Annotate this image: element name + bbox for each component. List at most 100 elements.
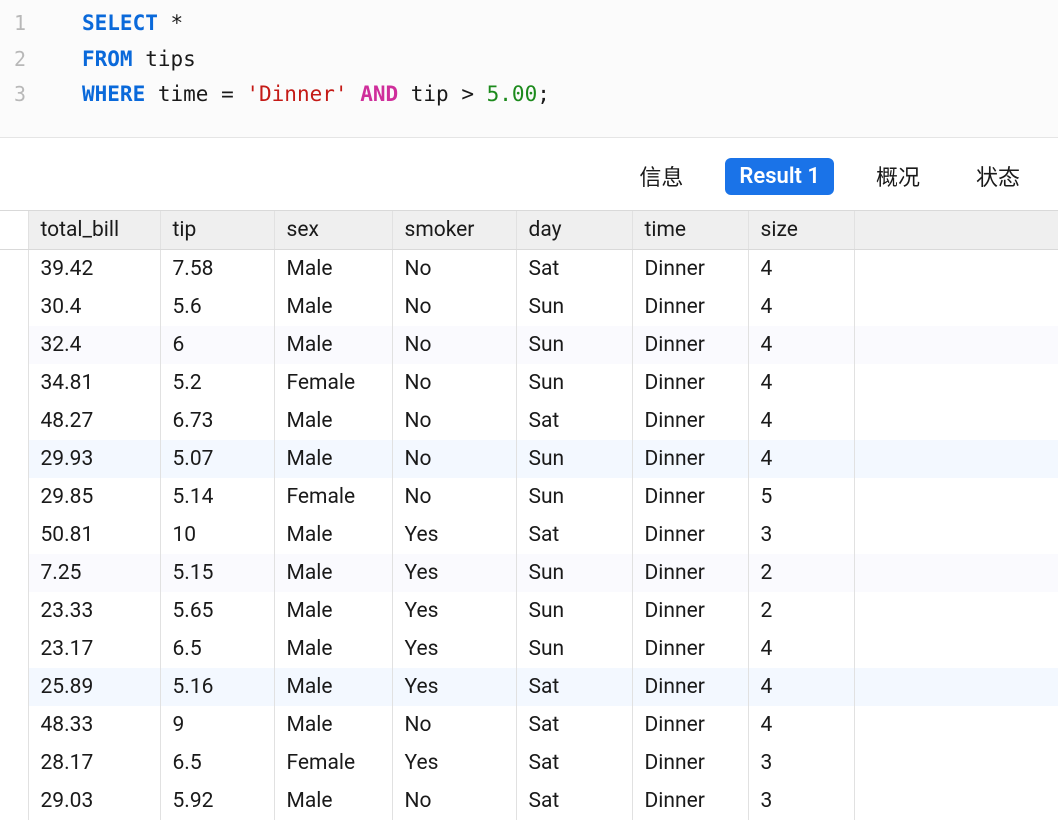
editor-line[interactable]: 1SELECT * <box>0 6 1058 42</box>
cell-total_bill[interactable]: 28.17 <box>28 744 160 782</box>
cell-total_bill[interactable]: 23.17 <box>28 630 160 668</box>
cell-tip[interactable]: 10 <box>160 516 274 554</box>
cell-day[interactable]: Sun <box>516 326 632 364</box>
column-header-smoker[interactable]: smoker <box>392 211 516 250</box>
cell-total_bill[interactable]: 25.89 <box>28 668 160 706</box>
cell-smoker[interactable]: Yes <box>392 668 516 706</box>
cell-tip[interactable]: 5.2 <box>160 364 274 402</box>
cell-smoker[interactable]: No <box>392 706 516 744</box>
code-content[interactable]: SELECT * <box>54 6 183 42</box>
cell-time[interactable]: Dinner <box>632 706 748 744</box>
table-row[interactable]: 30.45.6MaleNoSunDinner4 <box>0 288 1058 326</box>
cell-sex[interactable]: Male <box>274 440 392 478</box>
cell-sex[interactable]: Male <box>274 516 392 554</box>
cell-smoker[interactable]: No <box>392 440 516 478</box>
cell-size[interactable]: 2 <box>748 554 854 592</box>
cell-day[interactable]: Sun <box>516 630 632 668</box>
cell-size[interactable]: 3 <box>748 782 854 820</box>
cell-day[interactable]: Sat <box>516 782 632 820</box>
column-header-tip[interactable]: tip <box>160 211 274 250</box>
cell-size[interactable]: 4 <box>748 668 854 706</box>
cell-time[interactable]: Dinner <box>632 364 748 402</box>
cell-time[interactable]: Dinner <box>632 478 748 516</box>
table-row[interactable]: 23.335.65MaleYesSunDinner2 <box>0 592 1058 630</box>
table-row[interactable]: 29.935.07MaleNoSunDinner4 <box>0 440 1058 478</box>
code-content[interactable]: WHERE time = 'Dinner' AND tip > 5.00; <box>54 77 550 113</box>
cell-total_bill[interactable]: 50.81 <box>28 516 160 554</box>
cell-day[interactable]: Sat <box>516 706 632 744</box>
cell-time[interactable]: Dinner <box>632 288 748 326</box>
cell-sex[interactable]: Male <box>274 288 392 326</box>
cell-smoker[interactable]: No <box>392 364 516 402</box>
cell-sex[interactable]: Male <box>274 668 392 706</box>
cell-smoker[interactable]: No <box>392 250 516 289</box>
result-grid[interactable]: total_billtipsexsmokerdaytimesize39.427.… <box>0 210 1058 820</box>
code-content[interactable]: FROM tips <box>54 42 196 78</box>
cell-smoker[interactable]: No <box>392 782 516 820</box>
tab-info[interactable]: 信息 <box>625 154 697 198</box>
cell-size[interactable]: 4 <box>748 326 854 364</box>
table-row[interactable]: 50.8110MaleYesSatDinner3 <box>0 516 1058 554</box>
column-header-total_bill[interactable]: total_bill <box>28 211 160 250</box>
cell-sex[interactable]: Male <box>274 592 392 630</box>
cell-day[interactable]: Sat <box>516 250 632 289</box>
cell-tip[interactable]: 6.5 <box>160 630 274 668</box>
cell-day[interactable]: Sun <box>516 440 632 478</box>
table-row[interactable]: 34.815.2FemaleNoSunDinner4 <box>0 364 1058 402</box>
tab-overview[interactable]: 概况 <box>862 154 934 198</box>
cell-day[interactable]: Sun <box>516 592 632 630</box>
cell-tip[interactable]: 6.73 <box>160 402 274 440</box>
cell-sex[interactable]: Male <box>274 782 392 820</box>
cell-tip[interactable]: 7.58 <box>160 250 274 289</box>
table-row[interactable]: 25.895.16MaleYesSatDinner4 <box>0 668 1058 706</box>
cell-smoker[interactable]: No <box>392 288 516 326</box>
cell-sex[interactable]: Female <box>274 744 392 782</box>
cell-smoker[interactable]: Yes <box>392 516 516 554</box>
cell-size[interactable]: 4 <box>748 402 854 440</box>
cell-day[interactable]: Sun <box>516 288 632 326</box>
column-header-time[interactable]: time <box>632 211 748 250</box>
cell-size[interactable]: 3 <box>748 516 854 554</box>
cell-sex[interactable]: Male <box>274 554 392 592</box>
cell-tip[interactable]: 5.92 <box>160 782 274 820</box>
cell-sex[interactable]: Male <box>274 250 392 289</box>
cell-smoker[interactable]: Yes <box>392 744 516 782</box>
cell-tip[interactable]: 6 <box>160 326 274 364</box>
cell-size[interactable]: 4 <box>748 630 854 668</box>
cell-time[interactable]: Dinner <box>632 592 748 630</box>
cell-size[interactable]: 3 <box>748 744 854 782</box>
cell-tip[interactable]: 5.14 <box>160 478 274 516</box>
cell-tip[interactable]: 5.6 <box>160 288 274 326</box>
cell-tip[interactable]: 5.07 <box>160 440 274 478</box>
cell-time[interactable]: Dinner <box>632 250 748 289</box>
cell-size[interactable]: 4 <box>748 250 854 289</box>
cell-tip[interactable]: 5.15 <box>160 554 274 592</box>
cell-smoker[interactable]: No <box>392 402 516 440</box>
cell-sex[interactable]: Male <box>274 630 392 668</box>
cell-smoker[interactable]: Yes <box>392 554 516 592</box>
cell-time[interactable]: Dinner <box>632 744 748 782</box>
table-row[interactable]: 32.46MaleNoSunDinner4 <box>0 326 1058 364</box>
cell-time[interactable]: Dinner <box>632 516 748 554</box>
table-row[interactable]: 48.276.73MaleNoSatDinner4 <box>0 402 1058 440</box>
table-row[interactable]: 23.176.5MaleYesSunDinner4 <box>0 630 1058 668</box>
cell-sex[interactable]: Female <box>274 478 392 516</box>
table-row[interactable]: 29.855.14FemaleNoSunDinner5 <box>0 478 1058 516</box>
tab-result-1[interactable]: Result 1 <box>725 158 834 195</box>
cell-size[interactable]: 4 <box>748 364 854 402</box>
table-row[interactable]: 29.035.92MaleNoSatDinner3 <box>0 782 1058 820</box>
cell-total_bill[interactable]: 30.4 <box>28 288 160 326</box>
cell-total_bill[interactable]: 48.33 <box>28 706 160 744</box>
cell-sex[interactable]: Male <box>274 402 392 440</box>
cell-size[interactable]: 4 <box>748 706 854 744</box>
cell-day[interactable]: Sun <box>516 554 632 592</box>
table-row[interactable]: 39.427.58MaleNoSatDinner4 <box>0 250 1058 289</box>
sql-editor[interactable]: 1SELECT *2FROM tips3WHERE time = 'Dinner… <box>0 0 1058 138</box>
editor-line[interactable]: 2FROM tips <box>0 42 1058 78</box>
cell-total_bill[interactable]: 48.27 <box>28 402 160 440</box>
cell-smoker[interactable]: Yes <box>392 592 516 630</box>
cell-time[interactable]: Dinner <box>632 630 748 668</box>
cell-smoker[interactable]: No <box>392 326 516 364</box>
column-header-day[interactable]: day <box>516 211 632 250</box>
table-row[interactable]: 28.176.5FemaleYesSatDinner3 <box>0 744 1058 782</box>
